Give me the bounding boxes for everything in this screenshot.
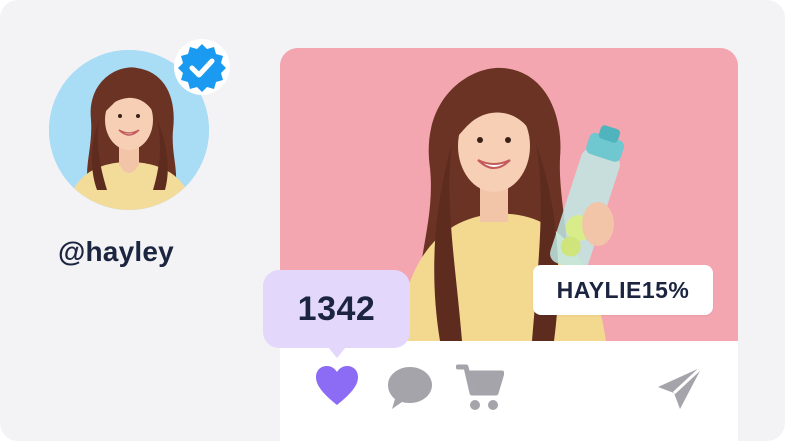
cart-icon[interactable] (456, 361, 504, 413)
coupon-code-label[interactable]: HAYLIE15% (533, 265, 713, 315)
profile-username[interactable]: @hayley (58, 236, 174, 268)
comment-icon[interactable] (386, 363, 434, 411)
post-actions-bar (280, 341, 738, 441)
like-bubble-pointer (328, 347, 346, 358)
verified-badge-icon (174, 39, 230, 95)
influencer-card-scene: @hayley HAYLIE15% 1342 (0, 0, 785, 441)
heart-icon[interactable] (314, 365, 360, 407)
like-count: 1342 (297, 289, 376, 328)
like-count-bubble: 1342 (263, 270, 410, 348)
send-icon[interactable] (656, 365, 704, 411)
profile-avatar-group (49, 39, 230, 210)
post-card: HAYLIE15% (280, 48, 738, 441)
